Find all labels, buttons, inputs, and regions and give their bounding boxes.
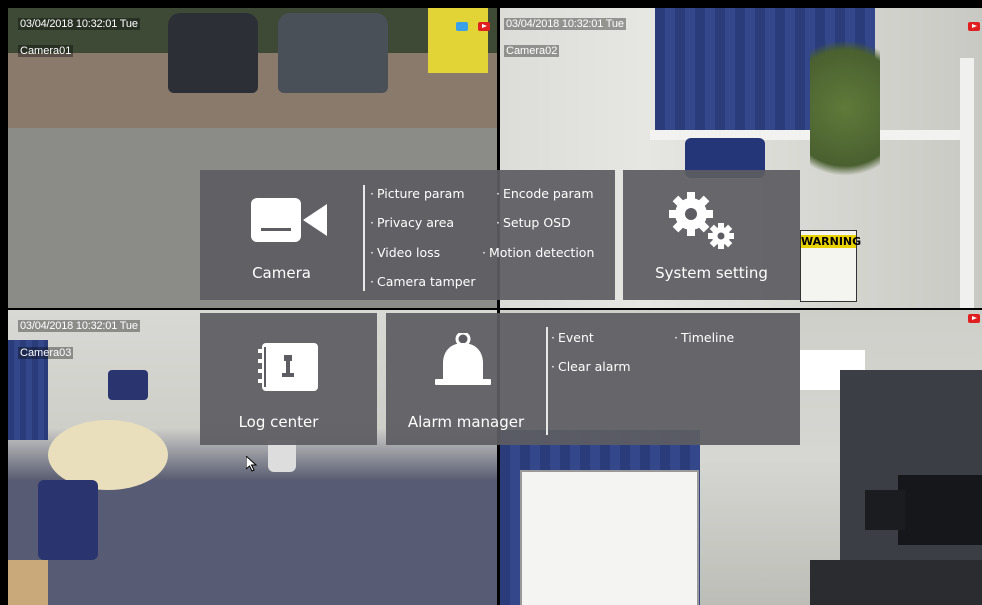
- camera-menu-button[interactable]: Camera: [200, 170, 363, 300]
- timeline-item[interactable]: Timeline: [674, 330, 734, 345]
- cabinet: [8, 560, 48, 605]
- motion-detection-item[interactable]: Motion detection: [482, 245, 594, 260]
- camera-label: Camera: [252, 264, 311, 282]
- setup-osd-item[interactable]: Setup OSD: [496, 215, 571, 230]
- event-item[interactable]: Event: [551, 330, 594, 345]
- divider: [546, 327, 548, 435]
- plant: [810, 18, 880, 198]
- log-center-button[interactable]: Log center: [200, 313, 377, 445]
- system-setting-button[interactable]: System setting: [623, 170, 800, 300]
- gears-icon: [669, 192, 734, 249]
- camera-tamper-item[interactable]: Camera tamper: [370, 274, 476, 289]
- picture-param-item[interactable]: Picture param: [370, 186, 465, 201]
- timestamp: 03/04/2018 10:32:01 Tue: [504, 18, 626, 30]
- car-left: [168, 13, 258, 93]
- privacy-area-item[interactable]: Privacy area: [370, 215, 454, 230]
- timestamp: 03/04/2018 10:32:01 Tue: [18, 320, 140, 332]
- clear-alarm-item[interactable]: Clear alarm: [551, 359, 631, 374]
- bell-icon: [435, 333, 491, 385]
- audio-icon: [456, 22, 468, 31]
- camera-name: Camera03: [18, 347, 74, 359]
- warning-sign: WARNING: [800, 230, 862, 302]
- warning-sign-text: WARNING: [801, 235, 862, 248]
- yellow-bin: [428, 8, 488, 73]
- record-icon: [968, 22, 980, 31]
- mouse-cursor-icon: [246, 456, 258, 472]
- monitor: [898, 475, 982, 545]
- video-camera-icon: [251, 198, 327, 242]
- whiteboard: [520, 470, 699, 605]
- chair: [38, 480, 98, 560]
- timestamp: 03/04/2018 10:32:01 Tue: [18, 18, 140, 30]
- camera-name: Camera01: [18, 45, 74, 57]
- system-setting-label: System setting: [655, 264, 768, 282]
- chair: [108, 370, 148, 400]
- camera-menu-panel: Camera Picture param Encode param Privac…: [200, 170, 615, 300]
- log-center-label: Log center: [238, 413, 319, 431]
- wall-panel: [960, 58, 974, 308]
- video-loss-item[interactable]: Video loss: [370, 245, 440, 260]
- camera-name: Camera02: [504, 45, 560, 57]
- record-icon: [478, 22, 490, 31]
- camera-grid: 03/04/2018 10:32:01 Tue Camera01 WARNING…: [0, 0, 982, 605]
- alarm-manager-panel: Alarm manager Event Timeline Clear alarm: [386, 313, 800, 445]
- alarm-manager-button[interactable]: Alarm manager: [386, 313, 546, 445]
- alarm-manager-label: Alarm manager: [407, 413, 525, 431]
- divider: [363, 185, 365, 291]
- desk: [810, 560, 982, 605]
- car-right: [278, 13, 388, 93]
- log-book-icon: [258, 343, 318, 391]
- encode-param-item[interactable]: Encode param: [496, 186, 594, 201]
- monitor: [865, 490, 905, 530]
- record-icon: [968, 314, 980, 323]
